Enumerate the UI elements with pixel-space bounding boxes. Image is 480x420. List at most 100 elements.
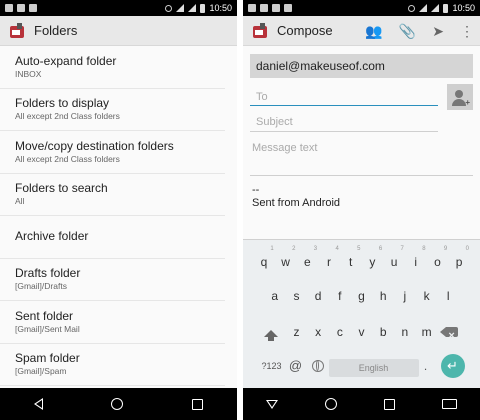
recents-icon[interactable] — [383, 398, 395, 410]
mail-notification-icon — [29, 4, 37, 12]
k9-mail-logo-icon[interactable] — [8, 22, 26, 40]
keyboard-row-3: z x c v b n m — [243, 320, 480, 348]
shift-key[interactable] — [256, 320, 286, 344]
key-q[interactable]: 1q — [253, 246, 275, 274]
key-t[interactable]: 5t — [340, 246, 362, 274]
overflow-menu-icon[interactable]: ⋮ — [460, 24, 474, 38]
pref-title: Archive folder — [15, 229, 89, 244]
key-l[interactable]: l — [437, 284, 459, 308]
image-notification-icon — [17, 4, 25, 12]
enter-key[interactable]: ↵ — [440, 354, 465, 378]
pref-sent-folder[interactable]: Sent folder [Gmail]/Sent Mail — [0, 301, 225, 344]
attachment-icon[interactable]: 📎 — [399, 24, 416, 38]
alarm-icon — [408, 4, 416, 12]
wifi-icon — [176, 4, 185, 12]
send-icon[interactable]: ➤ — [432, 24, 444, 38]
key-p[interactable]: 0p — [448, 246, 470, 274]
wifi-icon — [419, 4, 428, 12]
signature-text: Sent from Android — [252, 197, 341, 209]
key-s[interactable]: s — [286, 284, 308, 308]
mail-notification-icon — [272, 4, 280, 12]
shift-icon — [263, 329, 278, 341]
add-contact-button[interactable]: + — [447, 84, 473, 110]
navigation-bar — [0, 388, 237, 420]
period-key[interactable]: . — [419, 354, 433, 378]
key-u[interactable]: 7u — [383, 246, 405, 274]
key-a[interactable]: a — [264, 284, 286, 308]
back-icon[interactable] — [34, 398, 44, 410]
key-c[interactable]: c — [329, 320, 351, 344]
key-g[interactable]: g — [351, 284, 373, 308]
status-system-icons: 10:50 — [408, 3, 475, 13]
gallery-notification-icon — [248, 4, 256, 12]
home-icon[interactable] — [111, 398, 124, 410]
pref-archive-folder[interactable]: Archive folder — [0, 216, 225, 259]
at-key[interactable]: @ — [285, 354, 307, 378]
keyboard-row-4: ?123 @ English . ↵ — [243, 354, 480, 378]
backspace-icon — [440, 324, 459, 348]
pref-summary: [Gmail]/Sent Mail — [15, 323, 80, 334]
keyboard-row-2: a s d f g h j k l — [243, 284, 480, 308]
folders-screen: 10:50 Folders Auto-expand folder INBOX F… — [0, 0, 237, 420]
key-b[interactable]: b — [372, 320, 394, 344]
symbols-key[interactable]: ?123 — [259, 354, 285, 378]
pref-summary: All except 2nd Class folders — [15, 111, 120, 122]
pref-summary: All — [15, 196, 25, 207]
from-account-selector[interactable]: daniel@makeuseof.com — [250, 54, 473, 78]
key-r[interactable]: 4r — [318, 246, 340, 274]
key-z[interactable]: z — [286, 320, 308, 344]
signature-separator: -- — [252, 184, 260, 196]
language-globe-icon[interactable] — [311, 360, 324, 372]
key-f[interactable]: f — [329, 284, 351, 308]
key-y[interactable]: 6y — [362, 246, 384, 274]
status-time: 10:50 — [452, 3, 475, 13]
key-x[interactable]: x — [307, 320, 329, 344]
pref-spam-folder[interactable]: Spam folder [Gmail]/Spam — [0, 344, 225, 386]
pref-title: Auto-expand folder — [15, 53, 117, 68]
pref-folders-to-display[interactable]: Folders to display All except 2nd Class … — [0, 89, 225, 131]
status-bar: 10:50 — [0, 0, 237, 16]
key-v[interactable]: v — [351, 320, 373, 344]
key-m[interactable]: m — [416, 320, 438, 344]
page-title: Folders — [34, 23, 78, 38]
hide-keyboard-icon[interactable] — [266, 399, 279, 409]
pref-summary: [Gmail]/Spam — [15, 366, 67, 377]
pref-move-copy-destination-folders[interactable]: Move/copy destination folders All except… — [0, 131, 225, 174]
soft-keyboard: 1q 2w 3e 4r 5t 6y 7u 8i 9o 0p a s d f g … — [243, 239, 480, 389]
subject-field[interactable] — [250, 112, 438, 132]
to-field[interactable] — [250, 88, 438, 106]
pref-summary: INBOX — [15, 68, 42, 79]
to-row: + — [250, 84, 473, 110]
key-e[interactable]: 3e — [296, 246, 318, 274]
home-icon[interactable] — [325, 398, 338, 410]
key-i[interactable]: 8i — [405, 246, 427, 274]
status-time: 10:50 — [209, 3, 232, 13]
key-o[interactable]: 9o — [427, 246, 449, 274]
pref-summary: [Gmail]/Drafts — [15, 281, 67, 292]
pref-title: Drafts folder — [15, 266, 81, 281]
key-d[interactable]: d — [307, 284, 329, 308]
k9-mail-logo-icon[interactable] — [251, 22, 269, 40]
folder-settings-list: Auto-expand folder INBOX Folders to disp… — [0, 46, 237, 386]
pref-auto-expand-folder[interactable]: Auto-expand folder INBOX — [0, 46, 225, 89]
key-w[interactable]: 2w — [275, 246, 297, 274]
pref-summary: All except 2nd Class folders — [15, 153, 120, 164]
pref-drafts-folder[interactable]: Drafts folder [Gmail]/Drafts — [0, 259, 225, 301]
add-contact-icon — [455, 90, 463, 98]
key-n[interactable]: n — [394, 320, 416, 344]
pref-folders-to-search[interactable]: Folders to search All — [0, 174, 225, 216]
keyboard-switch-icon[interactable] — [441, 399, 457, 409]
key-h[interactable]: h — [372, 284, 394, 308]
backspace-key[interactable] — [437, 320, 467, 348]
key-j[interactable]: j — [394, 284, 416, 308]
key-k[interactable]: k — [416, 284, 438, 308]
recents-icon[interactable] — [191, 398, 203, 410]
space-key[interactable]: English — [328, 358, 419, 377]
signal-icon — [188, 4, 197, 12]
add-cc-bcc-icon[interactable]: 👥 — [365, 24, 382, 38]
page-title: Compose — [277, 23, 333, 38]
signature[interactable]: -- Sent from Android — [252, 184, 480, 210]
message-body-field[interactable] — [250, 138, 473, 176]
pref-title: Spam folder — [15, 351, 80, 366]
status-notification-icons — [248, 4, 292, 12]
